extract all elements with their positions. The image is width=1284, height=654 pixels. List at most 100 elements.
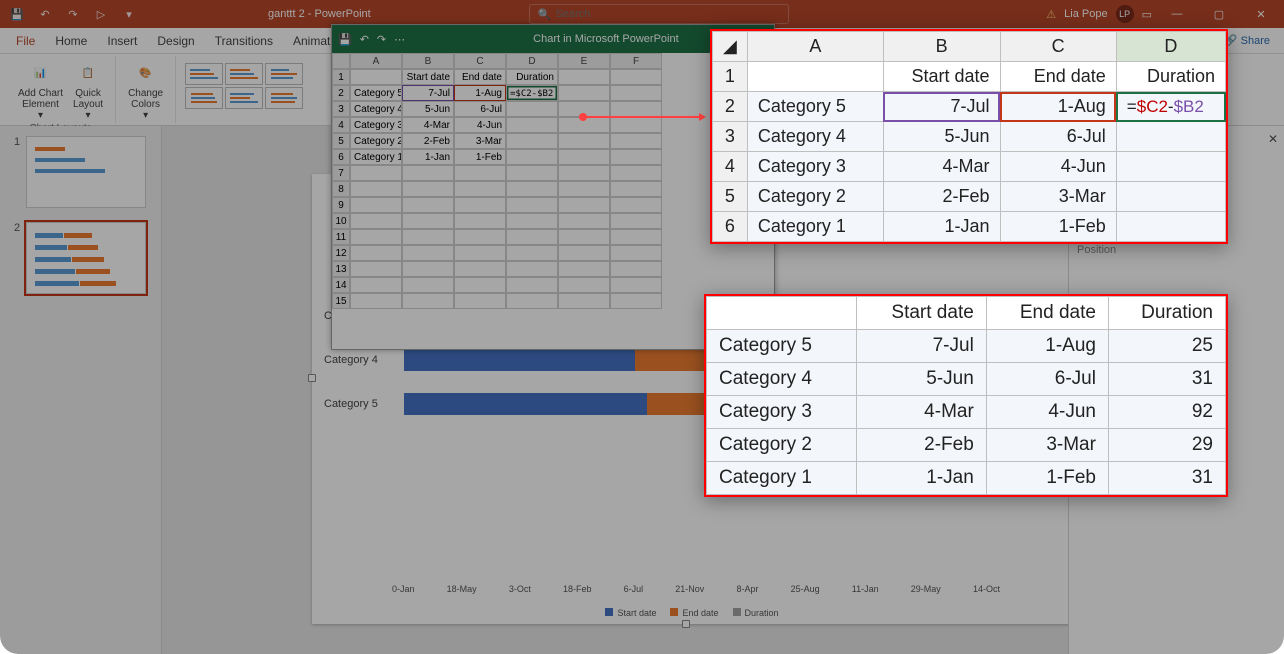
cell[interactable] [506,117,558,133]
save-icon[interactable]: 💾 [6,4,28,24]
cell[interactable] [350,197,402,213]
cell[interactable]: 1-Feb [986,462,1108,495]
change-colors-button[interactable]: 🎨 Change Colors ▾ [124,56,167,123]
cell[interactable] [610,245,662,261]
cell[interactable] [350,261,402,277]
user-name[interactable]: Lia Pope [1064,8,1107,20]
col-header[interactable]: E [558,53,610,69]
cell[interactable]: Start date [402,69,454,85]
cell[interactable] [454,213,506,229]
cell[interactable]: 31 [1108,462,1225,495]
cell[interactable] [506,133,558,149]
save-icon[interactable]: 💾 [338,33,352,46]
cell[interactable] [506,181,558,197]
col-header[interactable]: C [1000,32,1116,62]
cell[interactable]: Category 4 [747,122,883,152]
row-header[interactable]: 3 [713,122,748,152]
cell[interactable]: Category 4 [707,363,857,396]
cell[interactable] [402,293,454,309]
cell[interactable] [350,165,402,181]
cell[interactable] [506,293,558,309]
undo-icon[interactable]: ↶ [360,33,369,46]
cell[interactable]: 1-Jan [402,149,454,165]
cell[interactable]: 6-Jul [986,363,1108,396]
row-header[interactable]: 3 [332,101,350,117]
close-icon[interactable]: ✕ [1268,132,1278,146]
cell[interactable]: 92 [1108,396,1225,429]
cell[interactable] [1116,182,1225,212]
cell[interactable]: Category 2 [350,133,402,149]
cell[interactable]: Duration [1108,297,1225,330]
tab-file[interactable]: File [6,30,45,52]
cell[interactable] [454,229,506,245]
redo-icon[interactable]: ↷ [62,4,84,24]
search-input[interactable] [555,8,779,20]
cell[interactable] [558,149,610,165]
redo-icon[interactable]: ↷ [377,33,386,46]
cell[interactable] [350,245,402,261]
cell[interactable] [558,277,610,293]
cell[interactable] [506,277,558,293]
cell[interactable] [350,213,402,229]
cell[interactable] [558,261,610,277]
row-header[interactable]: 4 [713,152,748,182]
cell[interactable] [454,165,506,181]
cell[interactable] [558,85,610,101]
cell[interactable] [454,245,506,261]
tab-animations[interactable]: Animations [283,30,333,52]
cell[interactable] [506,101,558,117]
cell-editing[interactable]: =$C2-$B2 [506,85,558,101]
cell[interactable] [454,261,506,277]
cell[interactable] [402,261,454,277]
chart-style-1[interactable] [185,63,223,85]
cell[interactable]: Category 3 [350,117,402,133]
cell[interactable]: 1-Jan [857,462,987,495]
warning-icon[interactable]: ⚠ [1046,8,1056,21]
maximize-button[interactable]: ▢ [1202,4,1236,24]
cell[interactable] [350,181,402,197]
cell[interactable]: Category 3 [747,152,883,182]
row-header[interactable]: 1 [713,62,748,92]
cell[interactable] [506,165,558,181]
cell[interactable] [350,277,402,293]
ribbon-display-options-icon[interactable]: ▭ [1142,8,1152,21]
cell[interactable]: 3-Mar [454,133,506,149]
cell[interactable]: 4-Mar [857,396,987,429]
cell[interactable] [610,261,662,277]
cell[interactable]: End date [1000,62,1116,92]
cell[interactable]: Duration [1116,62,1225,92]
cell[interactable] [454,197,506,213]
selection-handle[interactable] [308,374,316,382]
tab-insert[interactable]: Insert [97,30,147,52]
cell[interactable]: Category 5 [747,92,883,122]
cell[interactable] [610,213,662,229]
cell[interactable] [558,133,610,149]
chart-style-3[interactable] [265,63,303,85]
slide-thumb-1[interactable] [26,136,146,208]
cell[interactable] [350,229,402,245]
tab-design[interactable]: Design [147,30,204,52]
cell[interactable] [402,213,454,229]
cell[interactable] [506,213,558,229]
cell[interactable]: 5-Jun [857,363,987,396]
col-header[interactable]: B [883,32,1000,62]
cell[interactable] [610,149,662,165]
cell[interactable]: 4-Jun [986,396,1108,429]
cell[interactable]: 3-Mar [986,429,1108,462]
cell[interactable]: Start date [883,62,1000,92]
chart-style-2[interactable] [225,63,263,85]
cell[interactable]: 7-Jul [402,85,454,101]
cell[interactable]: 5-Jun [883,122,1000,152]
cell[interactable] [707,297,857,330]
row-header[interactable]: 10 [332,213,350,229]
cell[interactable] [558,181,610,197]
cell[interactable] [610,181,662,197]
chart-style-6[interactable] [265,87,303,109]
cell[interactable]: 4-Mar [402,117,454,133]
cell[interactable] [506,149,558,165]
cell[interactable]: 4-Mar [883,152,1000,182]
cell[interactable]: Start date [857,297,987,330]
cell[interactable] [610,133,662,149]
cell[interactable]: 1-Aug [454,85,506,101]
cell[interactable] [610,85,662,101]
